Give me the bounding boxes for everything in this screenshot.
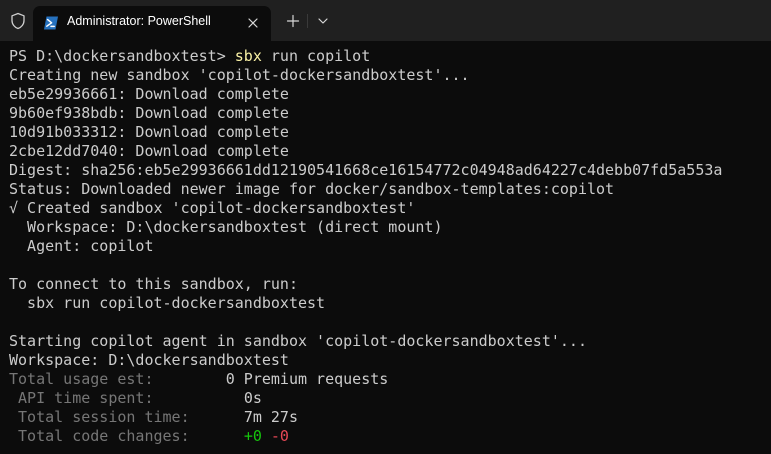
code-changes-line: Total code changes: +0 -0 xyxy=(9,427,771,446)
session-time-line: Total session time: 7m 27s xyxy=(9,408,771,427)
output-line: 9b60ef938bdb: Download complete xyxy=(9,104,289,122)
code-added-count: +0 xyxy=(243,427,262,445)
command-line: PS D:\dockersandboxtest> sbx run copilot xyxy=(9,47,771,66)
tab-title: Administrator: PowerShell xyxy=(67,14,211,28)
admin-shield-icon xyxy=(9,12,27,30)
command-args: run copilot xyxy=(261,47,371,65)
code-changes-label: Total code changes: xyxy=(9,427,244,445)
chevron-down-icon[interactable] xyxy=(314,12,332,30)
close-tab-icon[interactable] xyxy=(245,15,261,31)
usage-total-value: 0 Premium requests xyxy=(225,370,389,388)
output-line: √ Created sandbox 'copilot-dockersandbox… xyxy=(9,199,416,217)
terminal-output[interactable]: PS D:\dockersandboxtest> sbx run copilot… xyxy=(0,41,771,454)
api-time-label: API time spent: xyxy=(9,389,244,407)
prompt: PS D:\dockersandboxtest> xyxy=(9,47,235,65)
output-line: Creating new sandbox 'copilot-dockersand… xyxy=(9,66,470,84)
session-time-label: Total session time: xyxy=(9,408,244,426)
output-line: Agent: copilot xyxy=(9,237,154,255)
powershell-icon xyxy=(43,15,59,31)
new-tab-plus-icon[interactable] xyxy=(284,12,302,30)
session-time-value: 7m 27s xyxy=(243,408,298,426)
api-time-value: 0s xyxy=(243,389,262,407)
tab-powershell[interactable]: Administrator: PowerShell xyxy=(33,6,271,41)
output-line: Digest: sha256:eb5e29936661dd12190541668… xyxy=(9,161,723,179)
output-line: To connect to this sandbox, run: xyxy=(9,275,298,293)
api-time-line: API time spent: 0s xyxy=(9,389,771,408)
output-line: sbx run copilot-dockersandboxtest xyxy=(9,294,326,312)
usage-total-line: Total usage est: 0 Premium requests xyxy=(9,370,771,389)
tab-bar: Administrator: PowerShell xyxy=(0,0,771,41)
terminal-window: Administrator: PowerShell PS D:\dockersa… xyxy=(0,0,771,454)
output-line: Status: Downloaded newer image for docke… xyxy=(9,180,615,198)
tab-separator xyxy=(307,14,308,28)
command-name: sbx xyxy=(234,47,262,65)
output-line: eb5e29936661: Download complete xyxy=(9,85,289,103)
output-line: Workspace: D:\dockersandboxtest xyxy=(9,351,289,369)
output-line: Workspace: D:\dockersandboxtest (direct … xyxy=(9,218,443,236)
usage-total-label: Total usage est: xyxy=(9,370,226,388)
output-line: 2cbe12dd7040: Download complete xyxy=(9,142,289,160)
output-line: 10d91b033312: Download complete xyxy=(9,123,289,141)
code-removed-count: -0 xyxy=(270,427,289,445)
output-line: Starting copilot agent in sandbox 'copil… xyxy=(9,332,587,350)
